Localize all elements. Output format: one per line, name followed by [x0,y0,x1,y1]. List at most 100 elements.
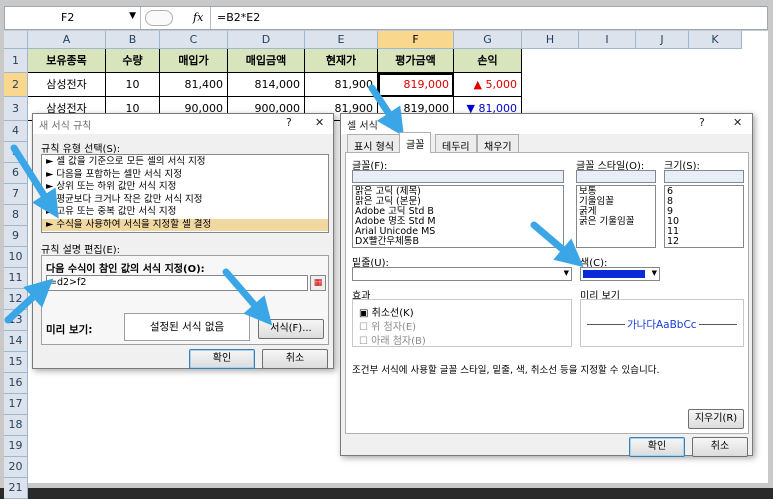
color-picker[interactable]: ▼ [580,267,660,281]
cell-D1[interactable]: 매입금액 [228,49,305,73]
ok-button[interactable]: 확인 [629,437,685,457]
column-header-C[interactable]: C [160,31,228,49]
close-icon[interactable]: ✕ [733,116,742,129]
row-header-19[interactable]: 19 [4,436,28,457]
superscript-checkbox[interactable]: ☐ 위 첨자(E) [359,318,416,333]
column-header-A[interactable]: A [28,31,106,49]
row-header-18[interactable]: 18 [4,415,28,436]
chevron-down-icon[interactable]: ▼ [129,11,136,21]
range-select-icon[interactable]: ▦ [310,275,326,291]
size-item[interactable]: 6 [665,187,743,197]
column-header-J[interactable]: J [636,31,689,49]
row-header-5[interactable]: 5 [4,142,28,163]
column-header-F[interactable]: F [378,31,454,49]
rule-formula-input[interactable]: =d2>f2 [46,275,308,291]
format-cells-dialog: 셀 서식 ? ✕ 표시 형식 글꼴 테두리 채우기 글꼴(F): 맑은 고딕 (… [340,113,753,457]
row-header-17[interactable]: 17 [4,394,28,415]
size-list[interactable]: 6 8 9 10 11 12 [664,185,744,248]
row-header-16[interactable]: 16 [4,373,28,394]
row-header-9[interactable]: 9 [4,226,28,247]
cancel-button[interactable]: 취소 [692,437,748,457]
cell-C1[interactable]: 매입가 [160,49,228,73]
column-header-G[interactable]: G [454,31,522,49]
cell-E2[interactable]: 81,900 [305,73,378,97]
row-header-15[interactable]: 15 [4,352,28,373]
row-header-2[interactable]: 2 [4,73,28,97]
style-input[interactable] [576,170,656,183]
font-list[interactable]: 맑은 고딕 (제목) 맑은 고딕 (본문) Adobe 고딕 Std B Adobe … [352,185,564,248]
insert-function-icon[interactable]: fx [193,11,203,24]
style-list[interactable]: 보통 기울임꼴 굵게 굵은 기울임꼴 [576,185,656,248]
row-header-10[interactable]: 10 [4,247,28,268]
fx-area: fx [141,7,211,29]
clear-button[interactable]: 지우기(R) [688,409,744,429]
tab-font[interactable]: 글꼴 [399,132,432,153]
row-header-21[interactable]: 21 [4,478,28,499]
tab-fill[interactable]: 채우기 [477,134,519,153]
column-header-B[interactable]: B [106,31,160,49]
format-button[interactable]: 서식(F)... [258,319,324,339]
row-header-7[interactable]: 7 [4,184,28,205]
strike-checkbox[interactable]: ▣ 취소선(K) [359,304,414,319]
cell-B2[interactable]: 10 [106,73,160,97]
column-header-E[interactable]: E [305,31,378,49]
rule-type-item[interactable]: ► 셀 값을 기준으로 모든 셀의 서식 지정 [42,156,328,169]
name-box[interactable]: F2 ▼ [5,7,141,29]
cell-F2[interactable]: 819,000 [378,73,454,97]
rule-type-list[interactable]: ► 셀 값을 기준으로 모든 셀의 서식 지정 ► 다음을 포함하는 셀만 서식 … [41,154,329,233]
row-header-8[interactable]: 8 [4,205,28,226]
cell-G1[interactable]: 손익 [454,49,522,73]
chevron-down-icon: ▼ [563,269,569,277]
subscript-checkbox[interactable]: ☐ 아래 첨자(B) [359,332,426,347]
column-header-H[interactable]: H [522,31,579,49]
row-header-11[interactable]: 11 [4,268,28,289]
cell-C2[interactable]: 81,400 [160,73,228,97]
rule-type-item[interactable]: ► 상위 또는 하위 값만 서식 지정 [42,181,328,194]
row-header-14[interactable]: 14 [4,331,28,352]
cell-A2[interactable]: 삼성전자 [28,73,106,97]
cancel-button[interactable]: 취소 [262,349,328,369]
column-header-I[interactable]: I [579,31,636,49]
size-item[interactable]: 8 [665,197,743,207]
font-item[interactable]: DX빨간우체통B [353,237,563,247]
rule-type-item[interactable]: ► 다음을 포함하는 셀만 서식 지정 [42,169,328,182]
dialog-title: 셀 서식 [347,121,378,132]
row-header-12[interactable]: 12 [4,289,28,310]
help-icon[interactable]: ? [699,116,705,129]
rule-edit-label: 규칙 설명 편집(E): [41,245,121,256]
row-header-3[interactable]: 3 [4,97,28,121]
tab-number-format[interactable]: 표시 형식 [347,134,401,153]
tab-border[interactable]: 테두리 [435,134,477,153]
color-swatch [583,270,645,278]
rule-type-item[interactable]: ► 고유 또는 중복 값만 서식 지정 [42,206,328,219]
row-header-20[interactable]: 20 [4,457,28,478]
cell-F1[interactable]: 평가금액 [378,49,454,73]
style-item[interactable]: 굵은 기울임꼴 [577,217,655,227]
row-header-6[interactable]: 6 [4,163,28,184]
cell-B1[interactable]: 수량 [106,49,160,73]
rule-type-item[interactable]: ► 수식을 사용하여 서식을 지정할 셀 결정 [42,218,328,231]
row-header-13[interactable]: 13 [4,310,28,331]
formula-input[interactable]: =B2*E2 [217,11,260,24]
ok-button[interactable]: 확인 [189,349,255,369]
cell-G2[interactable]: ▲ 5,000 [454,73,522,97]
zoom-handle[interactable] [145,10,173,26]
cell-E1[interactable]: 현재가 [305,49,378,73]
size-input[interactable] [664,170,744,183]
effects-group: ▣ 취소선(K) ☐ 위 첨자(E) ☐ 아래 첨자(B) [352,299,572,347]
column-header-K[interactable]: K [689,31,742,49]
cell-A1[interactable]: 보유종목 [28,49,106,73]
row-header-1[interactable]: 1 [4,49,28,73]
column-header-D[interactable]: D [228,31,305,49]
preview-label: 미리 보기: [46,324,93,336]
new-rule-dialog: 새 서식 규칙 ? ✕ 규칙 유형 선택(S): ► 셀 값을 기준으로 모든 … [32,113,334,369]
help-icon[interactable]: ? [286,116,292,129]
cell-D2[interactable]: 814,000 [228,73,305,97]
close-icon[interactable]: ✕ [315,116,324,129]
rule-type-item[interactable]: ► 평균보다 크거나 작은 값만 서식 지정 [42,194,328,207]
row-header-4[interactable]: 4 [4,121,28,142]
size-item[interactable]: 12 [665,237,743,247]
font-input[interactable] [352,170,564,183]
underline-select[interactable]: ▼ [352,267,572,281]
select-all-corner[interactable] [4,31,28,49]
